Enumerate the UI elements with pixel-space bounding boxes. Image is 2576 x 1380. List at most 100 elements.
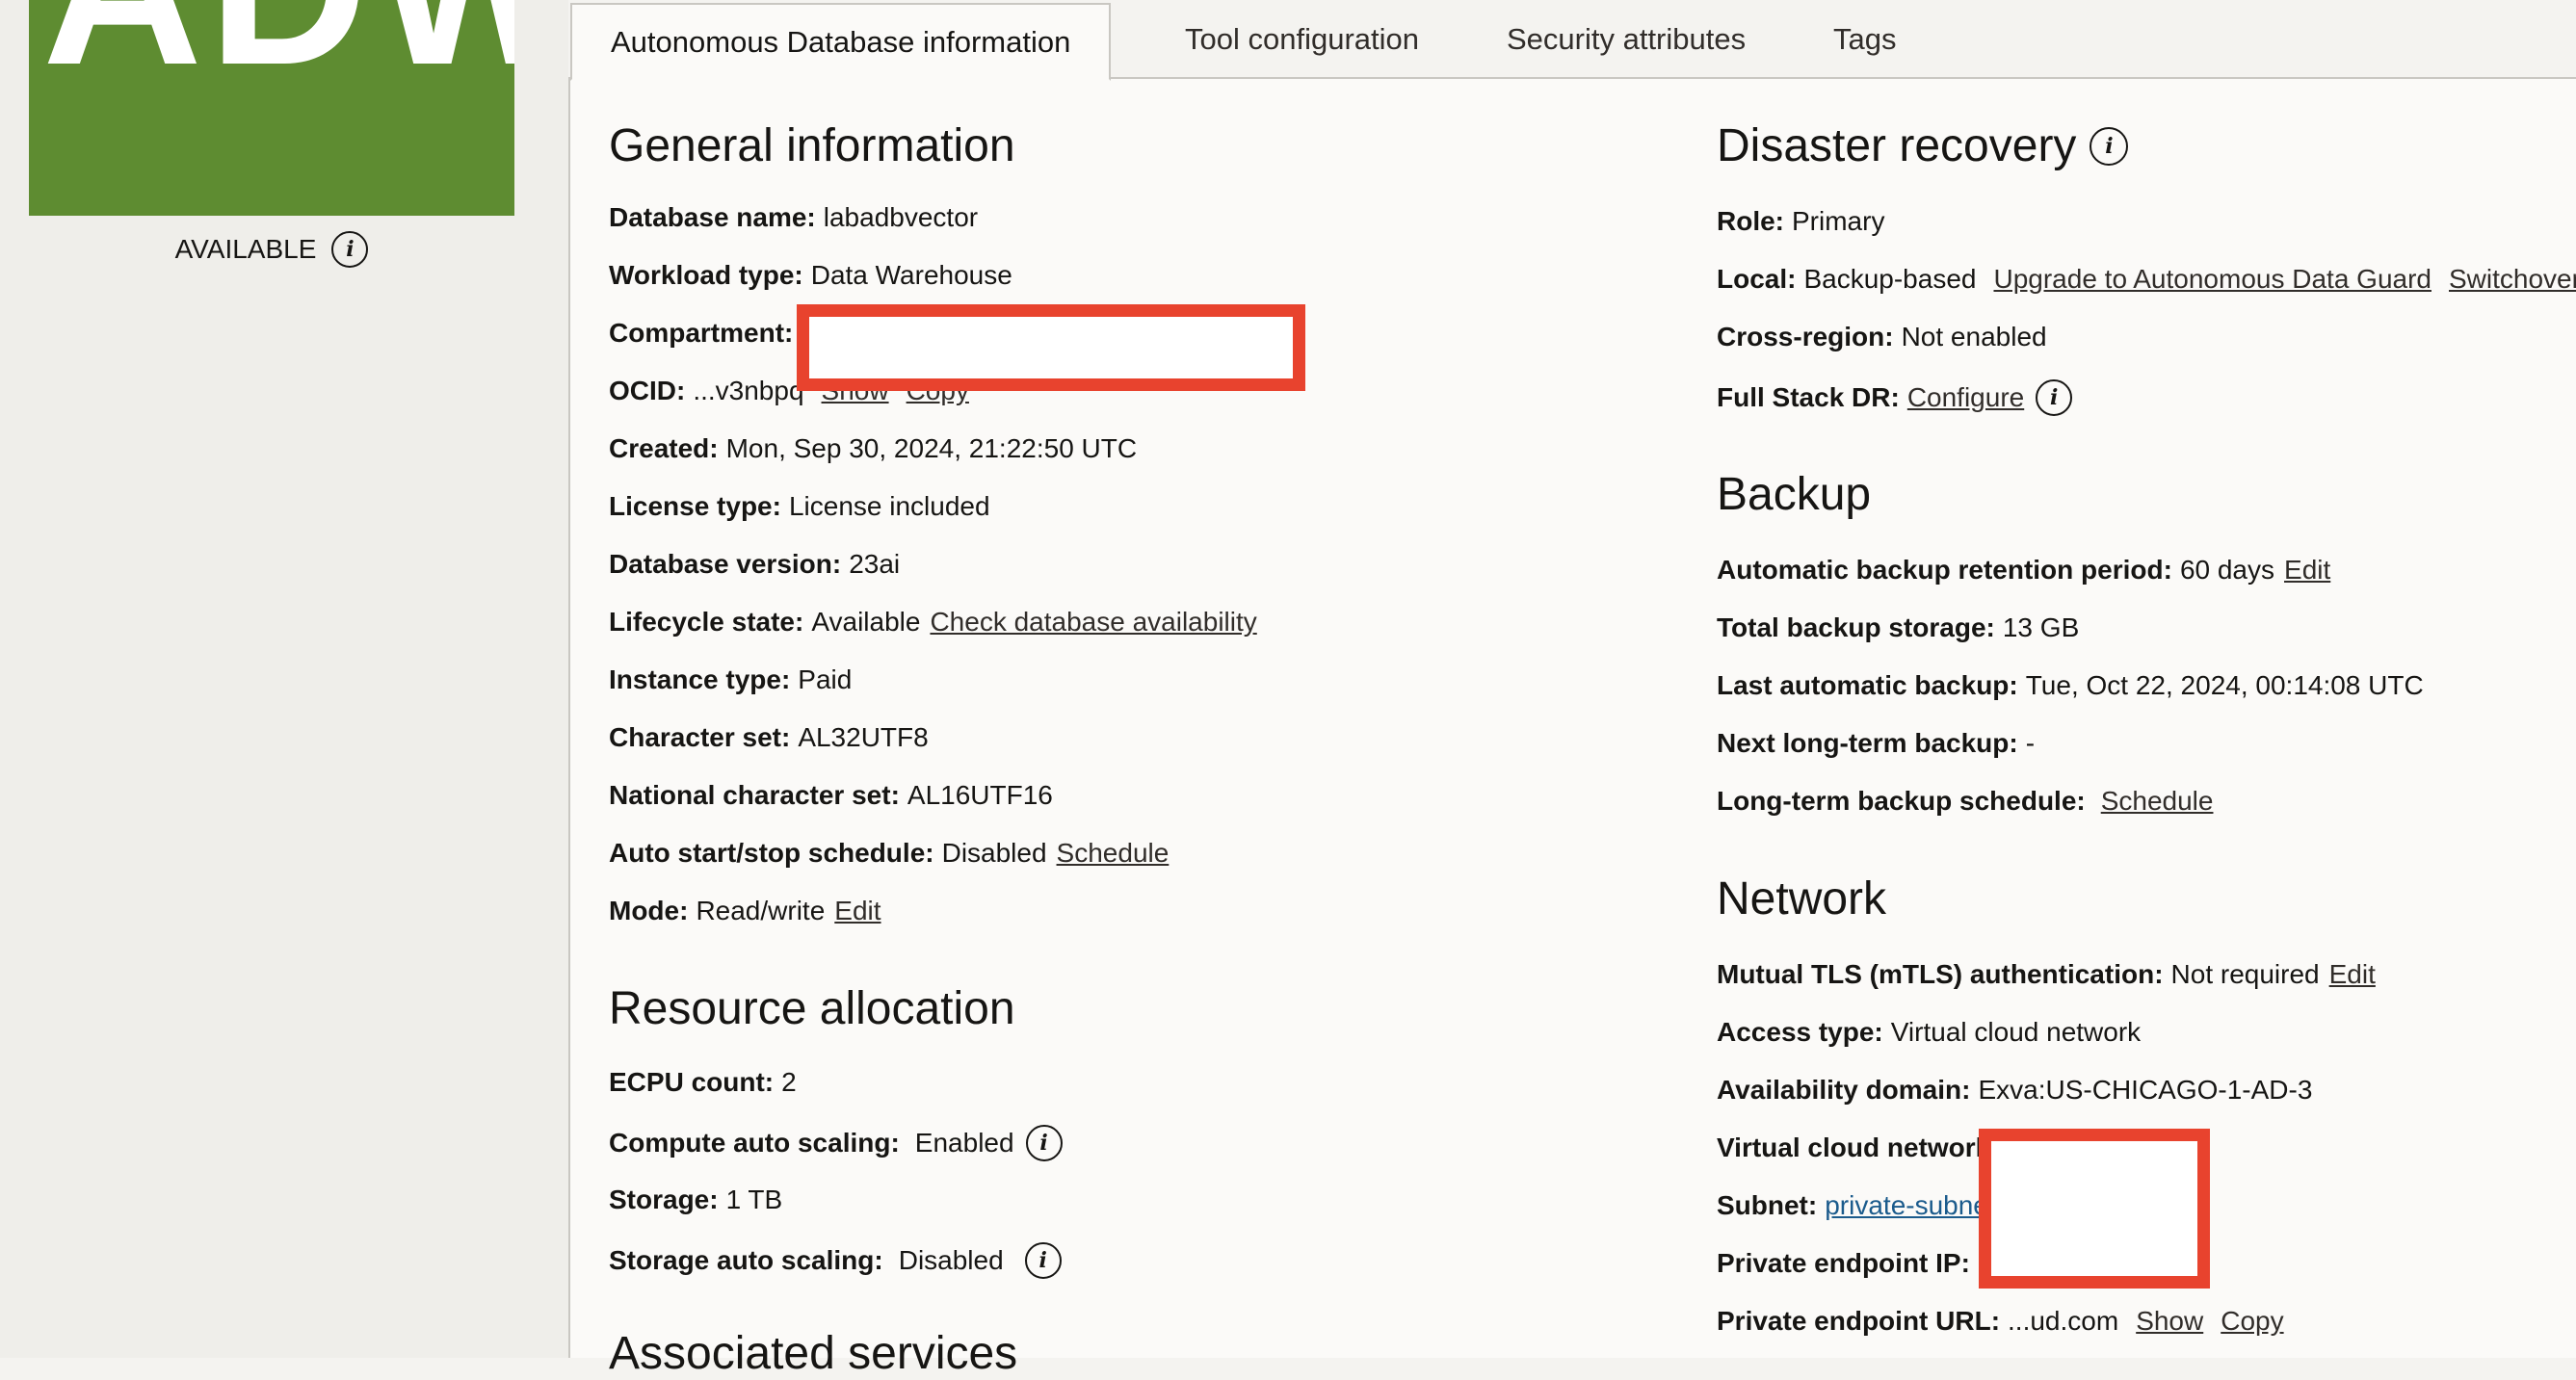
private-endpoint-ip-label: Private endpoint IP: [1717, 1248, 1970, 1278]
license-type-row: License type: License included [609, 491, 990, 522]
vcn-label: Virtual cloud network: [1717, 1133, 2000, 1162]
long-term-schedule-row: Long-term backup schedule: Schedule [1717, 786, 2213, 817]
long-term-schedule-link[interactable]: Schedule [2101, 786, 2214, 817]
mtls-row: Mutual TLS (mTLS) authentication: Not re… [1717, 959, 2376, 990]
instance-type-label: Instance type: [609, 664, 791, 694]
character-set-label: Character set: [609, 722, 791, 752]
storage-auto-scaling-info-icon[interactable]: i [1024, 1242, 1062, 1279]
compute-auto-scaling-row: Compute auto scaling: Enabled i [609, 1125, 1063, 1161]
storage-auto-scaling-label: Storage auto scaling: [609, 1245, 883, 1275]
ocid-label: OCID: [609, 376, 686, 405]
access-type-row: Access type: Virtual cloud network [1717, 1017, 2141, 1048]
tab-tags[interactable]: Tags [1833, 0, 1896, 79]
database-version-label: Database version: [609, 549, 842, 579]
subnet-link[interactable]: private-subnet [1825, 1190, 1995, 1221]
mtls-edit-link[interactable]: Edit [2329, 959, 2376, 990]
adw-service-tile: ADW [29, 0, 514, 216]
database-version-row: Database version: 23ai [609, 549, 900, 580]
tab-security-attributes[interactable]: Security attributes [1507, 0, 1746, 79]
availability-domain-row: Availability domain: Exva:US-CHICAGO-1-A… [1717, 1075, 2312, 1106]
upgrade-data-guard-link[interactable]: Upgrade to Autonomous Data Guard [1993, 264, 2431, 295]
license-type-label: License type: [609, 491, 781, 521]
private-endpoint-url-row: Private endpoint URL: ...ud.com Show Cop… [1717, 1306, 2284, 1337]
created-row: Created: Mon, Sep 30, 2024, 21:22:50 UTC [609, 433, 1137, 464]
full-stack-dr-label: Full Stack DR: [1717, 382, 1900, 412]
database-name-label: Database name: [609, 202, 816, 232]
national-character-set-value: AL16UTF16 [907, 780, 1053, 810]
tab-autonomous-database-information[interactable]: Autonomous Database information [570, 3, 1112, 81]
mode-label: Mode: [609, 896, 689, 925]
network-heading: Network [1717, 873, 1887, 924]
long-term-schedule-label: Long-term backup schedule: [1717, 786, 2086, 816]
local-label: Local: [1717, 264, 1797, 294]
database-version-value: 23ai [849, 549, 901, 579]
workload-type-value: Data Warehouse [810, 260, 1012, 290]
database-name-value: labadbvector [823, 202, 979, 232]
availability-domain-label: Availability domain: [1717, 1075, 1971, 1105]
auto-start-stop-value: Disabled [941, 838, 1047, 868]
backup-retention-value: 60 days [2179, 555, 2275, 585]
subnet-label: Subnet: [1717, 1190, 1818, 1220]
next-long-term-backup-value: - [2025, 728, 2036, 758]
disaster-recovery-info-icon[interactable]: i [2090, 126, 2129, 166]
backup-heading: Backup [1717, 469, 1872, 520]
private-endpoint-url-copy-link[interactable]: Copy [2221, 1306, 2283, 1337]
tab-bar: Autonomous Database information Tool con… [568, 0, 2576, 81]
compute-auto-scaling-value: Enabled [914, 1128, 1014, 1158]
backup-retention-edit-link[interactable]: Edit [2284, 555, 2330, 586]
compartment-redaction-box [797, 304, 1305, 391]
resource-sidebar: ADW AVAILABLE i [0, 0, 568, 1358]
status-info-icon[interactable]: i [331, 231, 369, 268]
auto-start-stop-row: Auto start/stop schedule: Disabled Sched… [609, 838, 1169, 869]
switchover-link[interactable]: Switchover [2449, 264, 2576, 295]
national-character-set-row: National character set: AL16UTF16 [609, 780, 1053, 811]
total-backup-storage-value: 13 GB [2002, 612, 2080, 642]
storage-row: Storage: 1 TB [609, 1185, 782, 1215]
compute-auto-scaling-info-icon[interactable]: i [1025, 1125, 1063, 1161]
full-stack-dr-row: Full Stack DR: Configure i [1717, 379, 2073, 416]
tab-tool-configuration[interactable]: Tool configuration [1185, 0, 1419, 79]
license-type-value: License included [788, 491, 990, 521]
subnet-row: Subnet: private-subnet [1717, 1190, 1996, 1221]
auto-start-stop-schedule-link[interactable]: Schedule [1057, 838, 1170, 869]
compartment-label: Compartment: [609, 318, 794, 348]
role-value: Primary [1792, 206, 1885, 236]
network-title: Network [1717, 872, 1886, 925]
private-endpoint-ip-row: Private endpoint IP: [1717, 1248, 1978, 1279]
associated-services-heading: Associated services [609, 1328, 1018, 1379]
next-long-term-backup-row: Next long-term backup: - [1717, 728, 2035, 759]
configure-full-stack-dr-link[interactable]: Configure [1907, 382, 2024, 413]
vcn-row: Virtual cloud network: [1717, 1133, 2008, 1163]
ocid-value: ...v3nbpq [693, 376, 804, 405]
backup-retention-row: Automatic backup retention period: 60 da… [1717, 555, 2330, 586]
total-backup-storage-row: Total backup storage: 13 GB [1717, 612, 2079, 643]
status-label: AVAILABLE [174, 234, 317, 264]
total-backup-storage-label: Total backup storage: [1717, 612, 1995, 642]
ecpu-count-value: 2 [781, 1067, 797, 1097]
adw-tile-text: ADW [42, 0, 514, 98]
general-information-heading: General information [609, 120, 1015, 171]
last-automatic-backup-value: Tue, Oct 22, 2024, 00:14:08 UTC [2025, 670, 2424, 700]
national-character-set-label: National character set: [609, 780, 900, 810]
full-stack-dr-info-icon[interactable]: i [2036, 379, 2073, 416]
lifecycle-state-label: Lifecycle state: [609, 607, 804, 637]
resource-allocation-heading: Resource allocation [609, 983, 1015, 1034]
private-endpoint-url-label: Private endpoint URL: [1717, 1306, 2001, 1336]
access-type-value: Virtual cloud network [1890, 1017, 2142, 1047]
general-information-title: General information [609, 119, 1015, 172]
check-database-availability-link[interactable]: Check database availability [930, 607, 1256, 638]
disaster-recovery-heading: Disaster recovery [1717, 120, 2077, 171]
private-endpoint-url-show-link[interactable]: Show [2136, 1306, 2203, 1337]
storage-label: Storage: [609, 1185, 719, 1214]
role-label: Role: [1717, 206, 1784, 236]
lifecycle-state-value: Available [811, 607, 921, 637]
mode-edit-link[interactable]: Edit [834, 896, 881, 926]
associated-services-title: Associated services [609, 1327, 1017, 1380]
storage-value: 1 TB [725, 1185, 783, 1214]
created-label: Created: [609, 433, 719, 463]
ecpu-count-row: ECPU count: 2 [609, 1067, 797, 1098]
availability-domain-value: Exva:US-CHICAGO-1-AD-3 [1978, 1075, 2313, 1105]
mode-row: Mode: Read/write Edit [609, 896, 881, 926]
mtls-value: Not required [2170, 959, 2320, 989]
workload-type-label: Workload type: [609, 260, 803, 290]
